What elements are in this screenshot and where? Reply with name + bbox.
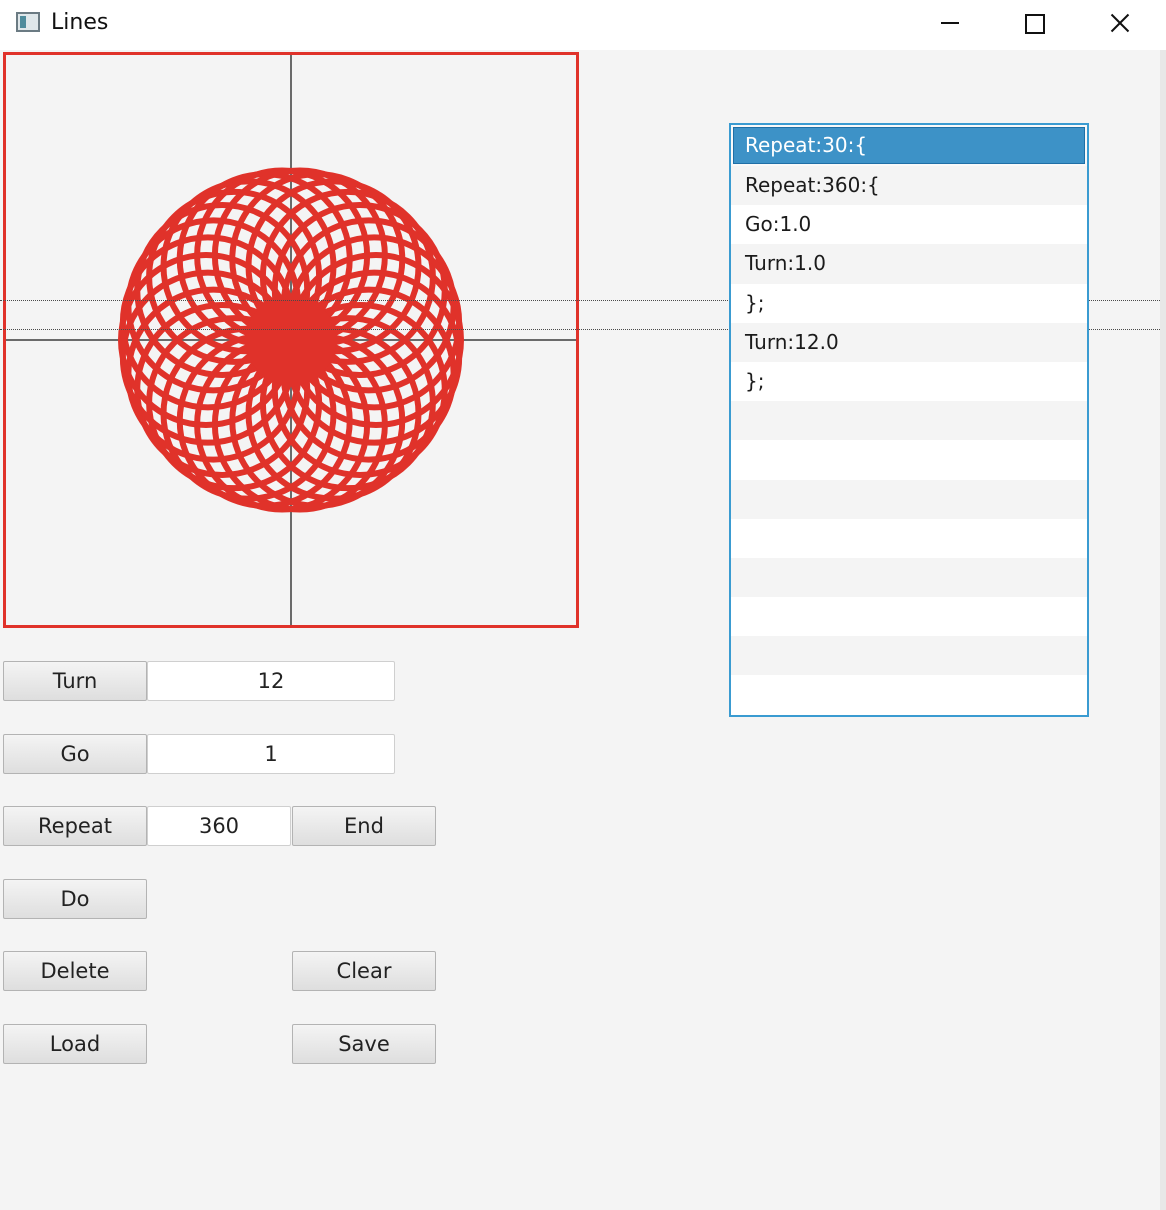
minimize-icon[interactable] [907,0,991,48]
window-title: Lines [51,10,109,35]
empty-list-row [731,636,1087,676]
empty-list-row [731,440,1087,480]
list-item[interactable]: }; [731,283,1087,323]
clear-button[interactable]: Clear [292,951,436,991]
window-edge [1160,50,1166,1210]
list-item[interactable]: }; [731,361,1087,402]
empty-list-row [731,401,1087,441]
empty-list-row [731,597,1087,637]
empty-list-row [731,518,1087,558]
empty-list-row [731,557,1087,598]
rosette-center [246,295,336,385]
save-button[interactable]: Save [292,1024,436,1064]
go-button[interactable]: Go [3,734,147,774]
drawing-surface [6,55,576,625]
repeat-button[interactable]: Repeat [3,806,147,846]
list-item[interactable]: Turn:1.0 [731,244,1087,284]
drawing-canvas[interactable] [3,52,579,628]
end-button[interactable]: End [292,806,436,846]
turn-button[interactable]: Turn [3,661,147,701]
command-list[interactable]: Repeat:30:{Repeat:360:{Go:1.0 Turn:1.0}; T… [729,123,1089,717]
turn-input[interactable]: 12 [147,661,395,701]
list-item[interactable]: Repeat:360:{ [731,166,1087,206]
delete-button[interactable]: Delete [3,951,147,991]
load-button[interactable]: Load [3,1024,147,1064]
app-icon [16,12,40,32]
empty-list-row [731,675,1087,715]
title-bar: Lines [0,0,1166,50]
do-button[interactable]: Do [3,879,147,919]
list-item[interactable]: Repeat:30:{ [733,127,1085,164]
close-icon[interactable] [1076,0,1160,48]
empty-list-row [731,479,1087,519]
list-item[interactable]: Turn:12.0 [731,322,1087,362]
maximize-icon[interactable] [991,0,1075,48]
list-item[interactable]: Go:1.0 [731,205,1087,245]
go-input[interactable]: 1 [147,734,395,774]
repeat-input[interactable]: 360 [147,806,291,846]
